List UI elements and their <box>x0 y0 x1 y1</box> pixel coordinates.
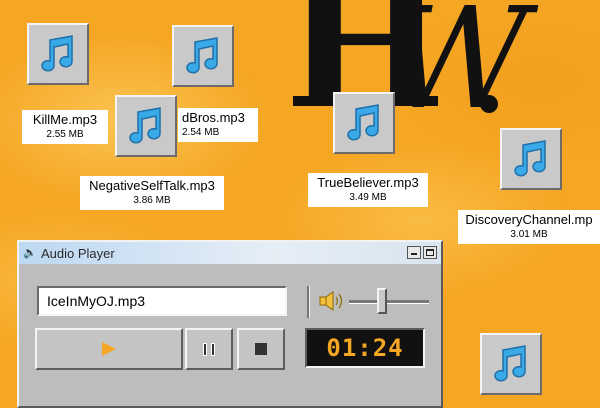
music-note-icon[interactable] <box>172 25 234 87</box>
play-button[interactable] <box>35 328 183 370</box>
stop-icon <box>255 343 267 355</box>
music-note-icon[interactable] <box>27 23 89 85</box>
stop-button[interactable] <box>237 328 285 370</box>
file-size: 2.55 MB <box>46 129 84 140</box>
time-display: 01:24 <box>305 328 425 368</box>
track-name-field[interactable]: IceInMyOJ.mp3 <box>37 286 287 316</box>
speaker-icon: 🔈 <box>23 247 37 259</box>
file-item-killme[interactable]: KillMe.mp3 2.55 MB <box>22 110 108 144</box>
minimize-button[interactable] <box>407 246 421 259</box>
audio-player-window: 🔈 Audio Player IceInMyOJ.mp3 01:24 <box>17 240 443 408</box>
music-note-icon[interactable] <box>500 128 562 190</box>
pause-button[interactable] <box>185 328 233 370</box>
play-icon <box>102 342 116 356</box>
volume-slider-thumb[interactable] <box>377 288 387 314</box>
brand-dot <box>480 95 498 113</box>
file-name: DiscoveryChannel.mp <box>465 212 593 227</box>
file-item-truebeliever[interactable]: TrueBeliever.mp3 3.49 MB <box>308 173 428 207</box>
file-size: 3.01 MB <box>510 229 548 240</box>
file-name: TrueBeliever.mp3 <box>317 175 419 190</box>
title-bar[interactable]: 🔈 Audio Player <box>19 242 441 264</box>
file-name: KillMe.mp3 <box>32 112 98 127</box>
music-note-icon[interactable] <box>480 333 542 395</box>
file-name: dBros.mp3 <box>182 110 245 125</box>
file-size: 2.54 MB <box>182 127 220 138</box>
brand-letter-w: W <box>385 0 529 141</box>
volume-slider-track[interactable] <box>349 300 429 304</box>
window-title: Audio Player <box>41 245 115 261</box>
file-item-discoverychannel[interactable]: DiscoveryChannel.mp 3.01 MB <box>458 210 600 244</box>
divider <box>307 286 310 318</box>
maximize-button[interactable] <box>423 246 437 259</box>
music-note-icon[interactable] <box>115 95 177 157</box>
file-item-dbros[interactable]: dBros.mp3 2.54 MB <box>178 108 258 142</box>
file-item-negativeselftalk[interactable]: NegativeSelfTalk.mp3 3.86 MB <box>80 176 224 210</box>
file-name: NegativeSelfTalk.mp3 <box>89 178 215 193</box>
pause-icon <box>203 342 215 356</box>
file-size: 3.49 MB <box>349 192 387 203</box>
file-size: 3.86 MB <box>133 195 171 206</box>
speaker-icon[interactable] <box>319 290 345 312</box>
music-note-icon[interactable] <box>333 92 395 154</box>
